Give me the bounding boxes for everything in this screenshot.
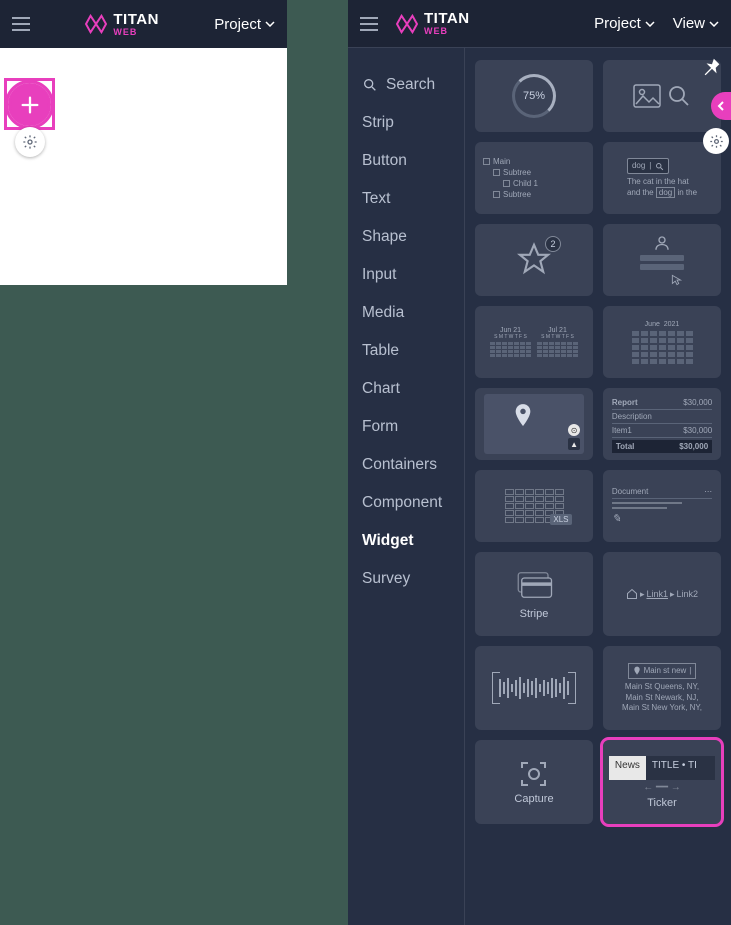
category-shape[interactable]: Shape: [362, 218, 464, 256]
widget-label: Capture: [514, 793, 553, 805]
category-media[interactable]: Media: [362, 294, 464, 332]
widget-rating[interactable]: 2: [475, 224, 593, 296]
widget-grid: 75% Main Subtree Child 1 Subtree dog|: [465, 48, 731, 925]
plus-icon: [19, 94, 41, 116]
category-search[interactable]: Search: [362, 66, 464, 104]
widget-address[interactable]: Main st new| Main St Queens, NY, Main St…: [603, 646, 721, 730]
logo: TITAN WEB: [396, 11, 470, 36]
widget-barcode[interactable]: [475, 646, 593, 730]
chevron-down-icon: [709, 21, 719, 27]
logo-text: TITAN: [113, 12, 159, 27]
add-button[interactable]: [8, 83, 51, 126]
search-icon: [362, 77, 378, 93]
widget-document[interactable]: Document⋯ ✎: [603, 470, 721, 542]
left-header: TITAN WEB Project: [0, 0, 287, 48]
gear-icon: [22, 134, 38, 150]
logo-subtext: WEB: [113, 27, 159, 37]
widget-report[interactable]: Report$30,000 Description Item1$30,000 T…: [603, 388, 721, 460]
settings-button-right[interactable]: [703, 128, 729, 154]
category-component[interactable]: Component: [362, 484, 464, 522]
widget-breadcrumb[interactable]: ▸Link1▸Link2: [603, 552, 721, 636]
project-dropdown[interactable]: Project: [214, 16, 275, 33]
widget-date-range[interactable]: Jun 21 S M T W T F S Jul 21 S M T W T F …: [475, 306, 593, 378]
category-chart[interactable]: Chart: [362, 370, 464, 408]
home-icon: [626, 588, 638, 600]
widget-tree[interactable]: Main Subtree Child 1 Subtree: [475, 142, 593, 214]
cursor-icon: [670, 273, 684, 287]
widget-label: Ticker: [647, 797, 677, 809]
right-header: TITAN WEB Project View: [348, 0, 731, 48]
widget-find-replace[interactable]: dog| The cat in the hat and the dog in t…: [603, 142, 721, 214]
widget-label: Stripe: [520, 608, 549, 620]
map-pin-icon: [512, 402, 534, 430]
category-table[interactable]: Table: [362, 332, 464, 370]
canvas[interactable]: [0, 48, 287, 285]
logo-text: TITAN: [424, 11, 470, 26]
category-button[interactable]: Button: [362, 142, 464, 180]
user-icon: [653, 234, 671, 252]
view-dropdown[interactable]: View: [673, 15, 719, 32]
widget-map[interactable]: ⊙ ▲: [475, 388, 593, 460]
capture-icon: [519, 759, 549, 789]
category-text[interactable]: Text: [362, 180, 464, 218]
widget-calendar[interactable]: June 2021: [603, 306, 721, 378]
hamburger-icon[interactable]: [360, 17, 378, 31]
logo-icon: [396, 14, 418, 34]
category-input[interactable]: Input: [362, 256, 464, 294]
logo: TITAN WEB: [85, 12, 159, 37]
category-strip[interactable]: Strip: [362, 104, 464, 142]
pin-button[interactable]: [701, 56, 723, 78]
widget-capture[interactable]: Capture: [475, 740, 593, 824]
category-widget[interactable]: Widget: [362, 522, 464, 560]
credit-cards-icon: [513, 569, 555, 601]
chevron-down-icon: [265, 21, 275, 27]
chevron-left-icon: [717, 100, 725, 112]
search-icon: [655, 162, 664, 171]
progress-ring-icon: 75%: [512, 74, 556, 118]
widget-progress[interactable]: 75%: [475, 60, 593, 132]
widget-ticker[interactable]: News TITLE • TI ← ━━ → Ticker: [603, 740, 721, 824]
right-panel: TITAN WEB Project View Search Strip Butt…: [348, 0, 731, 925]
widget-spreadsheet[interactable]: XLS: [475, 470, 593, 542]
logo-icon: [85, 14, 107, 34]
image-icon: [633, 84, 661, 108]
map-pin-icon: [633, 666, 641, 676]
category-survey[interactable]: Survey: [362, 560, 464, 598]
settings-button-left[interactable]: [15, 127, 45, 157]
logo-subtext: WEB: [424, 26, 470, 36]
widget-stripe[interactable]: Stripe: [475, 552, 593, 636]
pin-icon: [701, 56, 723, 78]
category-list: Search Strip Button Text Shape Input Med…: [348, 48, 465, 925]
chevron-down-icon: [645, 21, 655, 27]
magnify-icon: [667, 84, 691, 108]
gear-icon: [709, 134, 724, 149]
category-form[interactable]: Form: [362, 408, 464, 446]
project-dropdown[interactable]: Project: [594, 15, 655, 32]
hamburger-icon[interactable]: [12, 17, 30, 31]
category-containers[interactable]: Containers: [362, 446, 464, 484]
widget-login[interactable]: [603, 224, 721, 296]
collapse-button[interactable]: [711, 92, 731, 120]
